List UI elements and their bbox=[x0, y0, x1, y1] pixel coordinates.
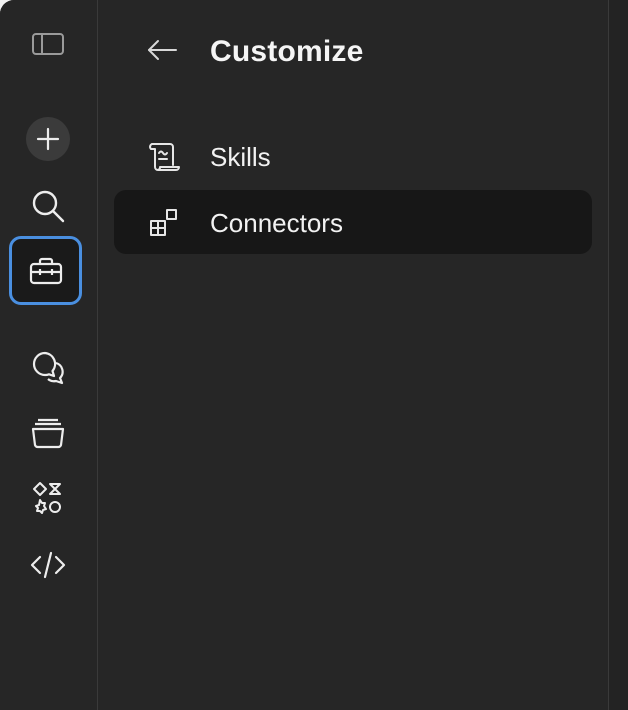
customize-panel: Customize Skills Connectors bbox=[98, 0, 608, 710]
scroll-icon bbox=[148, 141, 180, 173]
side-strip bbox=[609, 0, 628, 710]
arrow-left-icon bbox=[145, 38, 179, 67]
artifacts-button[interactable] bbox=[14, 468, 82, 528]
blocks-icon bbox=[148, 207, 180, 239]
code-icon bbox=[30, 550, 66, 580]
menu-item-label: Skills bbox=[210, 142, 271, 172]
sidebar-toggle-button[interactable] bbox=[14, 14, 82, 74]
chat-bubbles-icon bbox=[30, 350, 66, 386]
panel-left-icon bbox=[31, 31, 65, 57]
toolbox-icon bbox=[29, 256, 63, 286]
projects-button[interactable] bbox=[14, 403, 82, 463]
app-window: Customize Skills Connectors bbox=[0, 0, 628, 710]
chats-button[interactable] bbox=[14, 338, 82, 398]
menu-item-skills[interactable]: Skills bbox=[114, 124, 592, 188]
sidebar-rail bbox=[0, 0, 98, 710]
menu-item-connectors[interactable]: Connectors bbox=[114, 190, 592, 254]
menu-item-label: Connectors bbox=[210, 208, 343, 238]
search-button[interactable] bbox=[14, 176, 82, 236]
customize-button[interactable] bbox=[9, 236, 82, 305]
shapes-icon bbox=[31, 481, 65, 515]
folder-stack-icon bbox=[31, 417, 65, 449]
page-title: Customize bbox=[210, 35, 364, 68]
plus-icon bbox=[35, 126, 61, 152]
back-button[interactable] bbox=[142, 34, 182, 70]
search-icon bbox=[30, 188, 66, 224]
new-chat-button[interactable] bbox=[26, 117, 70, 161]
code-button[interactable] bbox=[14, 535, 82, 595]
